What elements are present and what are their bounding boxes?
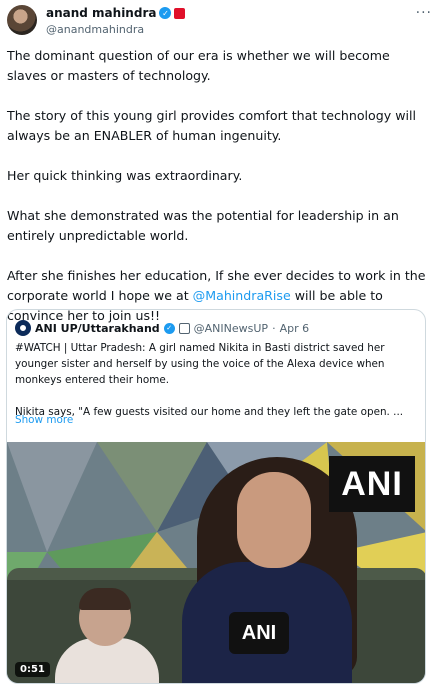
author-display-name[interactable]: anand mahindra xyxy=(46,6,156,20)
more-options-icon[interactable]: ··· xyxy=(416,5,432,21)
mention-link[interactable]: @MahindraRise xyxy=(193,288,291,303)
tweet-text: The dominant question of our era is whet… xyxy=(7,46,431,326)
girl-face xyxy=(237,472,311,568)
quoted-author-avatar[interactable] xyxy=(15,320,31,336)
ani-logo: ANI xyxy=(329,456,415,512)
quoted-paragraph: #WATCH | Uttar Pradesh: A girl named Nik… xyxy=(15,342,385,386)
tweet-paragraph: The story of this young girl provides co… xyxy=(7,108,417,143)
video-player[interactable]: ANI ANI 0:51 xyxy=(7,442,425,683)
baby-hair xyxy=(79,588,131,610)
quoted-tweet[interactable]: ANI UP/Uttarakhand ✓ @ANINewsUP · Apr 6 … xyxy=(6,309,426,684)
check-badge-icon: ✓ xyxy=(163,322,175,334)
video-duration: 0:51 xyxy=(15,662,50,677)
tweet-paragraph: What she demonstrated was the potential … xyxy=(7,208,399,243)
ani-microphone-logo: ANI xyxy=(229,612,289,654)
quoted-tweet-text: #WATCH | Uttar Pradesh: A girl named Nik… xyxy=(15,340,417,420)
red-square-badge-icon xyxy=(174,7,186,19)
quoted-tweet-date[interactable]: Apr 6 xyxy=(280,322,310,335)
tweet-paragraph: Her quick thinking was extraordinary. xyxy=(7,168,243,183)
show-more-link[interactable]: Show more xyxy=(15,414,73,426)
affiliate-badge-icon xyxy=(178,322,190,334)
quoted-paragraph: Nikita says, "A few guests visited our h… xyxy=(15,406,404,418)
check-badge-icon: ✓ xyxy=(159,7,172,19)
quoted-author-name[interactable]: ANI UP/Uttarakhand xyxy=(35,322,160,335)
author-name-row: anand mahindra ✓ xyxy=(46,6,186,20)
separator-dot: · xyxy=(272,321,276,335)
tweet-header: anand mahindra ✓ @anandmahindra ··· xyxy=(7,5,434,39)
author-avatar[interactable] xyxy=(7,5,37,35)
quoted-author-handle[interactable]: @ANINewsUP xyxy=(194,322,268,335)
tweet-paragraph: The dominant question of our era is whet… xyxy=(7,48,390,83)
author-handle[interactable]: @anandmahindra xyxy=(46,23,144,36)
quoted-tweet-header: ANI UP/Uttarakhand ✓ @ANINewsUP · Apr 6 xyxy=(15,320,309,336)
